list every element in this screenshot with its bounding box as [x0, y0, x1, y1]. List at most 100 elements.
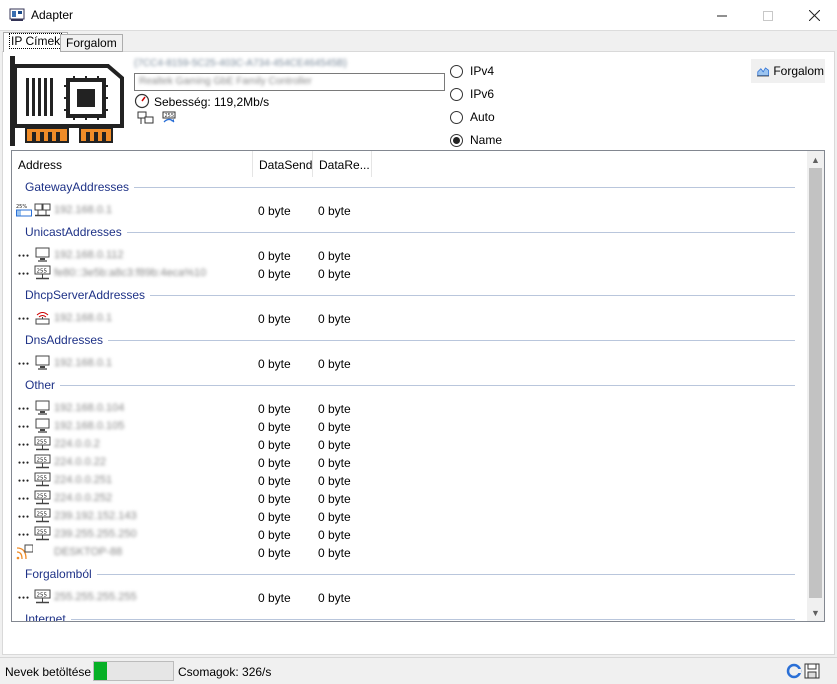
- list-item[interactable]: ●●● 255 224.0.0.252 0 byte 0 byte: [12, 489, 808, 507]
- tree-connector: ●●●: [18, 424, 31, 430]
- tree-connector: ●●●: [18, 361, 31, 367]
- computer-icon: [34, 247, 51, 263]
- list-item[interactable]: ●●● 255 224.0.0.2 0 byte 0 byte: [12, 435, 808, 453]
- datasend-value: 0 byte: [258, 249, 291, 263]
- svg-text:255: 255: [37, 440, 48, 446]
- datareceive-value: 0 byte: [318, 456, 351, 470]
- computer-icon: [34, 400, 51, 416]
- datasend-value: 0 byte: [258, 492, 291, 506]
- column-datareceive[interactable]: DataRe...: [313, 151, 372, 177]
- network-255-icon: 255: [34, 589, 51, 605]
- address-value: 192.168.0.1: [54, 312, 113, 324]
- radio-name-dot: [450, 133, 463, 147]
- vertical-scrollbar[interactable]: ▲ ▼: [807, 151, 824, 621]
- group-divider: [134, 186, 795, 188]
- column-address[interactable]: Address: [12, 151, 253, 177]
- list-item[interactable]: 25% 192.168.0.1 0 byte 0 byte: [12, 201, 808, 219]
- refresh-icon[interactable]: [786, 663, 802, 679]
- group-label: DnsAddresses: [25, 333, 104, 347]
- adapter-guid: {7CC4-8159-5C25-403C-A734-454CE464545B}: [134, 58, 347, 69]
- maximize-button[interactable]: [745, 0, 791, 31]
- svg-text:255: 255: [37, 530, 48, 536]
- group-label: Other: [25, 378, 56, 392]
- svg-text:255: 255: [37, 494, 48, 500]
- list-item[interactable]: ●●● 192.168.0.105 0 byte 0 byte: [12, 417, 808, 435]
- radio-auto[interactable]: Auto: [450, 110, 495, 124]
- address-list[interactable]: Address DataSend DataRe... ▲ ▼ GatewayAd…: [11, 150, 825, 622]
- list-item[interactable]: ●●● 192.168.0.104 0 byte 0 byte: [12, 399, 808, 417]
- address-value: 224.0.0.22: [54, 456, 106, 468]
- refresh-network-icon: 255: [162, 111, 176, 123]
- datasend-value: 0 byte: [258, 474, 291, 488]
- list-item[interactable]: ●●● 192.168.0.112 0 byte 0 byte: [12, 246, 808, 264]
- radio-label: IPv4: [470, 64, 495, 78]
- list-item[interactable]: ●●● 255 224.0.0.251 0 byte 0 byte: [12, 471, 808, 489]
- address-value: 192.168.0.112: [54, 249, 124, 261]
- close-button[interactable]: [791, 0, 837, 31]
- svg-text:255: 255: [165, 113, 175, 119]
- tab-label: Forgalom: [66, 36, 117, 50]
- datareceive-value: 0 byte: [318, 204, 351, 218]
- wireless-computer-icon: [16, 544, 38, 560]
- scroll-thumb[interactable]: [809, 168, 822, 598]
- list-item[interactable]: DESKTOP-88 0 byte 0 byte: [12, 543, 808, 561]
- group-header: DnsAddresses: [25, 333, 795, 347]
- datasend-value: 0 byte: [258, 357, 291, 371]
- datareceive-value: 0 byte: [318, 546, 351, 560]
- svg-text:255: 255: [37, 458, 48, 464]
- address-value: 224.0.0.251: [54, 474, 113, 486]
- adapter-name-field[interactable]: Realtek Gaming GbE Family Controller: [134, 73, 445, 91]
- save-icon[interactable]: [804, 663, 820, 679]
- tab-traffic[interactable]: Forgalom: [60, 34, 123, 52]
- group-header: Forgalomból: [25, 567, 795, 581]
- close-icon: [808, 10, 820, 21]
- scroll-down-icon[interactable]: ▼: [807, 604, 824, 621]
- scroll-up-icon[interactable]: ▲: [807, 151, 824, 168]
- datareceive-value: 0 byte: [318, 492, 351, 506]
- packets-rate: Csomagok: 326/s: [178, 665, 272, 679]
- datareceive-value: 0 byte: [318, 420, 351, 434]
- network-255-icon: 255: [34, 508, 51, 524]
- gateway-router-icon: [34, 202, 51, 218]
- minimize-button[interactable]: [699, 0, 745, 31]
- radio-ipv4-dot: [450, 64, 463, 78]
- radio-ipv6[interactable]: IPv6: [450, 87, 494, 101]
- tree-connector: ●●●: [18, 271, 31, 277]
- address-value: 224.0.0.252: [54, 492, 113, 504]
- list-item[interactable]: ●●● 255 239.192.152.143 0 byte 0 byte: [12, 507, 808, 525]
- tree-connector: ●●●: [18, 442, 31, 448]
- computer-icon: [34, 418, 51, 434]
- group-label: GatewayAddresses: [25, 180, 130, 194]
- list-item[interactable]: ●●● 255 239.255.255.250 0 byte 0 byte: [12, 525, 808, 543]
- group-divider: [70, 618, 795, 620]
- group-label: DhcpServerAddresses: [25, 288, 146, 302]
- group-header: DhcpServerAddresses: [25, 288, 795, 302]
- radio-label: Auto: [470, 110, 495, 124]
- list-item[interactable]: ●●● 255 fe80::3e5b:a8c3:f89b:4eca%10 0 byte…: [12, 264, 808, 282]
- minimize-icon: [717, 15, 727, 16]
- list-item[interactable]: ●●● 255 224.0.0.22 0 byte 0 byte: [12, 453, 808, 471]
- tree-connector: ●●●: [18, 532, 31, 538]
- network-255-icon: 255: [34, 472, 51, 488]
- list-item[interactable]: ●●● 255 255.255.255.255 0 byte 0 byte: [12, 588, 808, 606]
- network-255-icon: 255: [34, 265, 51, 281]
- address-value: 239.192.152.143: [54, 510, 137, 522]
- svg-text:25%: 25%: [16, 204, 27, 210]
- traffic-button[interactable]: Forgalom: [751, 59, 825, 83]
- datareceive-value: 0 byte: [318, 267, 351, 281]
- list-item[interactable]: ●●● 192.168.0.1 0 byte 0 byte: [12, 354, 808, 372]
- tree-connector: ●●●: [18, 478, 31, 484]
- radio-ipv4[interactable]: IPv4: [450, 64, 494, 78]
- list-item[interactable]: ●●● 192.168.0.1 0 byte 0 byte: [12, 309, 808, 327]
- radio-name[interactable]: Name: [450, 133, 502, 147]
- svg-text:255: 255: [37, 269, 48, 275]
- tree-connector: ●●●: [18, 253, 31, 259]
- adapter-speed: Sebesség: 119,2Mb/s: [154, 95, 270, 109]
- group-header: Other: [25, 378, 795, 392]
- datareceive-value: 0 byte: [318, 528, 351, 542]
- speedometer-icon: [134, 93, 150, 109]
- address-value: 239.255.255.250: [54, 528, 137, 540]
- column-datasend[interactable]: DataSend: [253, 151, 313, 177]
- radio-auto-dot: [450, 110, 463, 124]
- tab-ip-addresses[interactable]: IP Címek: [3, 32, 69, 52]
